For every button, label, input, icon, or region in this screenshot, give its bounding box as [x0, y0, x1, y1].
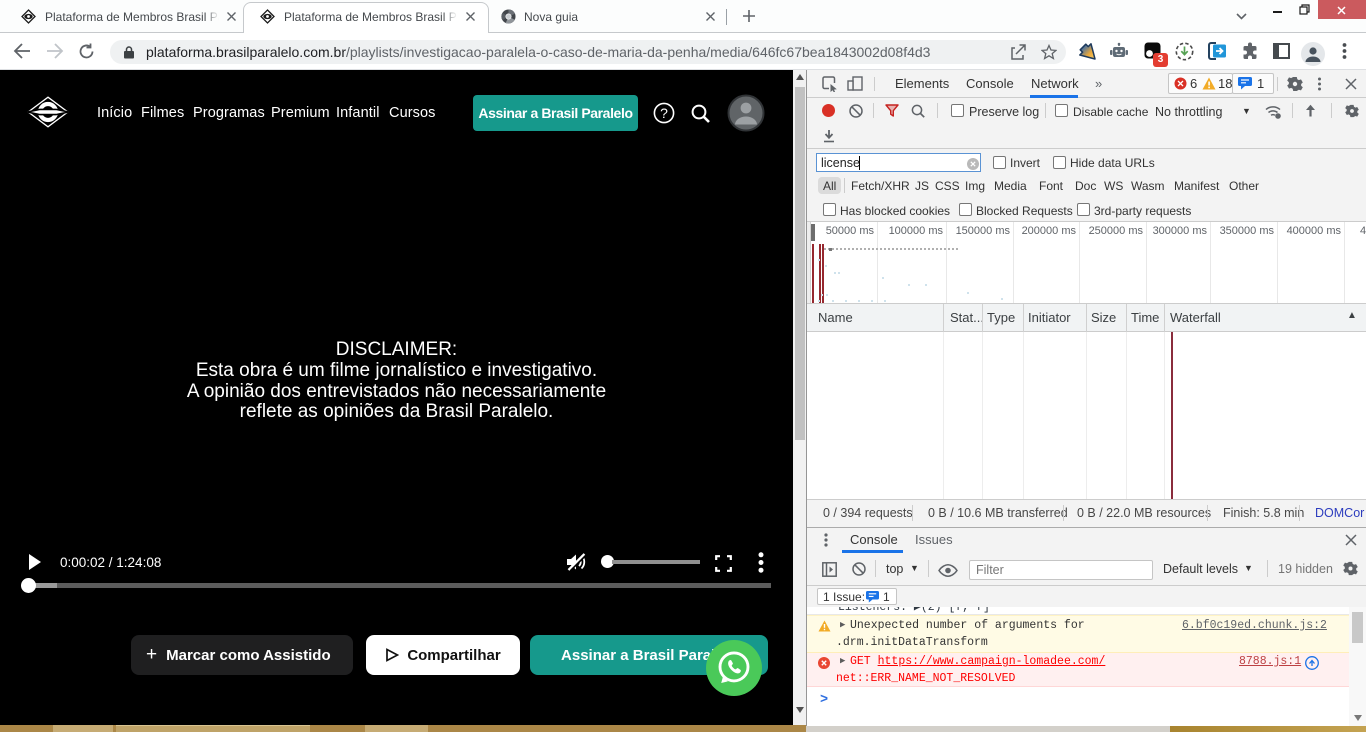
svg-text:?: ? — [660, 105, 668, 121]
